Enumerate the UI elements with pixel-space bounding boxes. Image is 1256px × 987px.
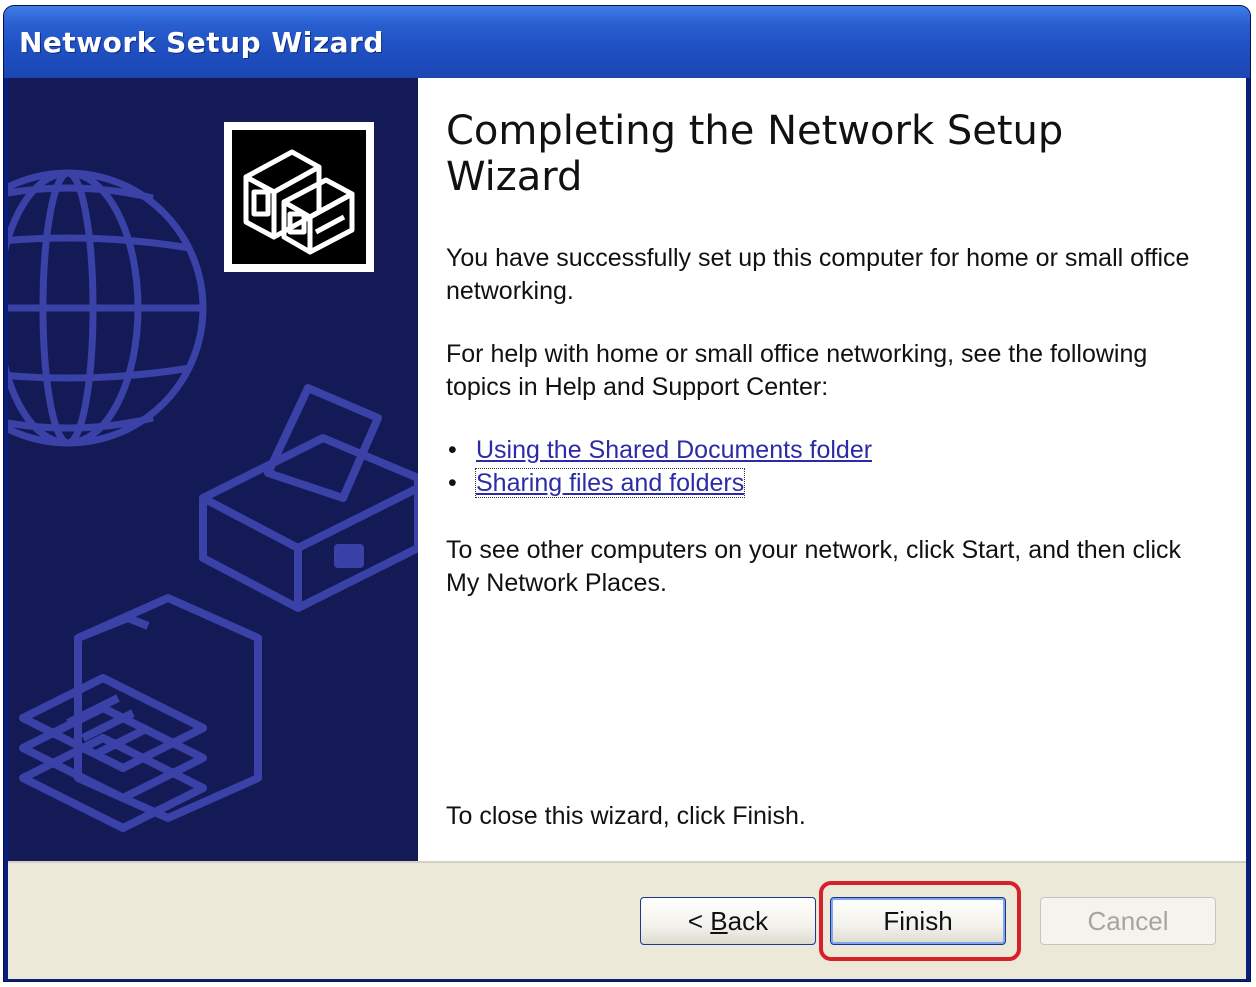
network-computers-icon bbox=[224, 122, 374, 272]
page-title: Completing the Network Setup Wizard bbox=[446, 108, 1064, 200]
window-title: Network Setup Wizard bbox=[19, 26, 384, 59]
folder-icon bbox=[19, 594, 262, 832]
list-item: • Sharing files and folders bbox=[446, 467, 872, 500]
wizard-window: Network Setup Wizard Completing the Netw… bbox=[4, 6, 1250, 981]
globe-icon bbox=[8, 169, 207, 447]
help-topics-list: • Using the Shared Documents folder • Sh… bbox=[446, 434, 872, 500]
bullet: • bbox=[448, 469, 457, 497]
back-button-prefix: < bbox=[687, 905, 711, 936]
printer-icon bbox=[199, 384, 418, 612]
close-instructions: To close this wizard, click Finish. bbox=[446, 802, 806, 830]
network-places-hint: To see other computers on your network, … bbox=[446, 536, 1182, 597]
shared-documents-link[interactable]: Using the Shared Documents folder bbox=[476, 436, 872, 464]
bullet: • bbox=[448, 436, 457, 464]
cancel-button[interactable]: Cancel bbox=[1040, 897, 1216, 945]
back-button[interactable]: < Back bbox=[640, 897, 816, 945]
title-bar[interactable]: Network Setup Wizard bbox=[4, 6, 1250, 78]
button-bar: < Back Finish Cancel bbox=[8, 861, 1246, 979]
cancel-button-label: Cancel bbox=[1087, 905, 1169, 936]
success-message: You have successfully set up this comput… bbox=[446, 244, 1190, 305]
finish-highlight-annotation bbox=[819, 881, 1021, 961]
wizard-content: Completing the Network Setup Wizard You … bbox=[418, 78, 1246, 861]
list-item: • Using the Shared Documents folder bbox=[446, 434, 872, 467]
back-button-accel: B bbox=[710, 905, 728, 936]
wizard-client-area: Completing the Network Setup Wizard You … bbox=[8, 78, 1246, 979]
wizard-sidebar bbox=[8, 78, 418, 861]
back-button-rest: ack bbox=[727, 905, 769, 936]
help-intro: For help with home or small office netwo… bbox=[446, 340, 1148, 401]
sharing-files-link[interactable]: Sharing files and folders bbox=[474, 468, 746, 498]
